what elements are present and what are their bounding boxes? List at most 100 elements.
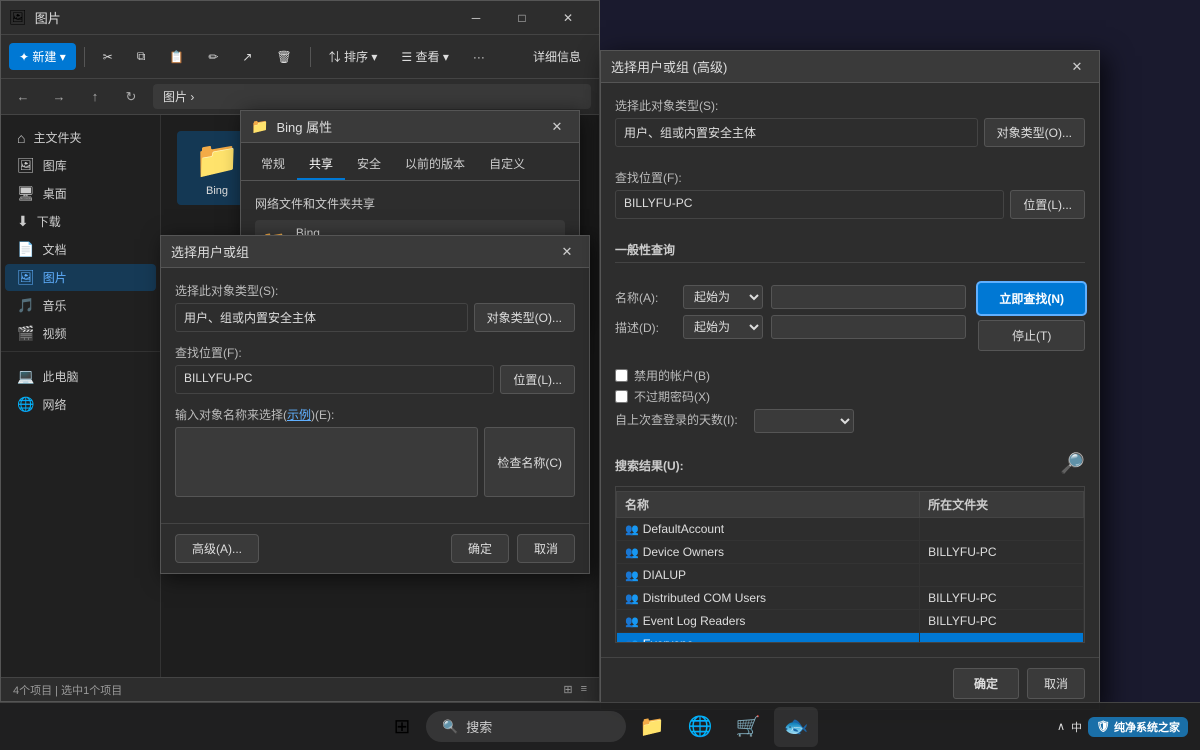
taskbar-app-store[interactable]: 🛒 <box>726 707 770 747</box>
result-folder-cell: BILLYFU-PC <box>920 541 1084 564</box>
results-table: 名称 所在文件夹 👥DefaultAccount👥Device OwnersBI… <box>616 491 1084 643</box>
tab-custom[interactable]: 自定义 <box>477 149 537 180</box>
tab-previous[interactable]: 以前的版本 <box>393 149 477 180</box>
sidebar-item-pictures[interactable]: 🖼 图片 <box>5 264 156 291</box>
search-icon: 🔍 <box>442 719 458 735</box>
view-button[interactable]: ☰ 查看 ▾ <box>391 43 458 70</box>
adv-location-display: BILLYFU-PC <box>615 190 1004 219</box>
stop-button[interactable]: 停止(T) <box>978 320 1085 351</box>
taskbar-center: ⊞ 🔍 搜索 📁 🌐 🛒 🐟 <box>382 707 818 747</box>
name-filter-select[interactable]: 起始为 <box>683 285 763 309</box>
share-button[interactable]: ↗ <box>232 45 262 69</box>
maximize-button[interactable]: □ <box>499 1 545 35</box>
start-button[interactable]: ⊞ <box>382 707 422 747</box>
address-path[interactable]: 图片 › <box>153 84 591 109</box>
paste-button[interactable]: 📋 <box>159 45 194 69</box>
disabled-account-checkbox[interactable] <box>615 369 628 382</box>
rename-button[interactable]: ✏ <box>198 45 228 69</box>
table-row[interactable]: 👥Everyone <box>617 633 1084 644</box>
forward-button[interactable]: → <box>45 83 73 111</box>
location-label: 查找位置(F): <box>175 344 575 361</box>
object-type-row: 选择此对象类型(S): 用户、组或内置安全主体 对象类型(O)... <box>175 282 575 332</box>
share-section-title: 网络文件和文件夹共享 <box>255 195 565 212</box>
table-row[interactable]: 👥Event Log ReadersBILLYFU-PC <box>617 610 1084 633</box>
tab-share[interactable]: 共享 <box>297 149 345 180</box>
tray-up-arrow[interactable]: ∧ <box>1057 720 1065 733</box>
days-select[interactable] <box>754 409 854 433</box>
result-folder-cell <box>920 564 1084 587</box>
days-label: 自上次查登录的天数(I): <box>615 411 738 428</box>
adv-cancel-button[interactable]: 取消 <box>1027 668 1085 699</box>
name-input-container: 检查名称(C) <box>175 427 575 497</box>
table-row[interactable]: 👥Device OwnersBILLYFU-PC <box>617 541 1084 564</box>
list-view-icon[interactable]: ≡ <box>581 683 587 696</box>
adv-location-button[interactable]: 位置(L)... <box>1010 190 1085 219</box>
location-button[interactable]: 位置(L)... <box>500 365 575 394</box>
no-expire-row: 不过期密码(X) <box>615 388 1085 405</box>
check-names-button[interactable]: 检查名称(C) <box>484 427 575 497</box>
taskbar-app-edge[interactable]: 🌐 <box>678 707 722 747</box>
back-button[interactable]: ← <box>9 83 37 111</box>
tab-security[interactable]: 安全 <box>345 149 393 180</box>
delete-button[interactable]: 🗑 <box>266 45 301 69</box>
results-scroll[interactable]: 名称 所在文件夹 👥DefaultAccount👥Device OwnersBI… <box>615 486 1085 643</box>
sidebar-item-gallery[interactable]: 🖼 图库 <box>5 152 156 179</box>
refresh-button[interactable]: ↻ <box>117 83 145 111</box>
cut-button[interactable]: ✂ <box>93 45 123 69</box>
sidebar-item-home[interactable]: ⌂ 主文件夹 <box>5 124 156 151</box>
sidebar-item-music[interactable]: 🎵 音乐 <box>5 292 156 319</box>
result-name-cell: 👥Everyone <box>617 633 920 644</box>
close-button[interactable]: ✕ <box>545 1 591 35</box>
minimize-button[interactable]: ─ <box>453 1 499 35</box>
tab-general[interactable]: 常规 <box>249 149 297 180</box>
advanced-close-button[interactable]: ✕ <box>1065 55 1089 79</box>
no-expire-checkbox[interactable] <box>615 390 628 403</box>
adv-object-type-button[interactable]: 对象类型(O)... <box>984 118 1085 147</box>
more-button[interactable]: ··· <box>463 45 495 69</box>
table-row[interactable]: 👥DefaultAccount <box>617 518 1084 541</box>
sort-button[interactable]: ⇅ 排序 ▾ <box>319 43 388 70</box>
grid-view-icon[interactable]: ⊞ <box>563 683 572 696</box>
sidebar-item-desktop[interactable]: 🖥 桌面 <box>5 180 156 207</box>
dialog-close-button[interactable]: ✕ <box>545 115 569 139</box>
example-link[interactable]: 示例 <box>287 408 311 422</box>
desc-filter-select[interactable]: 起始为 <box>683 315 763 339</box>
desc-filter-label: 描述(D): <box>615 319 675 336</box>
search-now-button[interactable]: 立即查找(N) <box>978 283 1085 314</box>
sidebar-item-computer[interactable]: 💻 此电脑 <box>5 363 156 390</box>
name-filter-input[interactable] <box>771 285 966 309</box>
sidebar-item-documents[interactable]: 📄 文档 <box>5 236 156 263</box>
advanced-button[interactable]: 高级(A)... <box>175 534 259 563</box>
tray-logo[interactable]: 🛡 纯净系统之家 <box>1088 717 1188 737</box>
sidebar-item-network[interactable]: 🌐 网络 <box>5 391 156 418</box>
sidebar-item-downloads[interactable]: ⬇ 下载 <box>5 208 156 235</box>
table-row[interactable]: 👥DIALUP <box>617 564 1084 587</box>
name-textarea[interactable] <box>175 427 478 497</box>
details-button[interactable]: 详细信息 <box>523 43 591 70</box>
advanced-body: 选择此对象类型(S): 用户、组或内置安全主体 对象类型(O)... 查找位置(… <box>601 83 1099 657</box>
taskbar-app-explorer[interactable]: 📁 <box>630 707 674 747</box>
adv-object-type-label: 选择此对象类型(S): <box>615 97 1085 114</box>
copy-button[interactable]: ⧉ <box>127 44 156 69</box>
adv-ok-button[interactable]: 确定 <box>953 668 1019 699</box>
taskbar-search[interactable]: 🔍 搜索 <box>426 711 626 742</box>
dialog-title-bar: 📁 Bing 属性 ✕ <box>241 111 579 143</box>
table-row[interactable]: 👥Distributed COM UsersBILLYFU-PC <box>617 587 1084 610</box>
select-user-close-button[interactable]: ✕ <box>555 240 579 264</box>
home-icon: ⌂ <box>17 130 25 146</box>
sidebar-item-videos[interactable]: 🎬 视频 <box>5 320 156 347</box>
videos-icon: 🎬 <box>17 325 34 342</box>
select-user-ok-button[interactable]: 确定 <box>451 534 509 563</box>
new-button[interactable]: ✦ 新建 ▾ <box>9 43 76 70</box>
taskbar-app-game[interactable]: 🐟 <box>774 707 818 747</box>
advanced-select-dialog: 选择用户或组 (高级) ✕ 选择此对象类型(S): 用户、组或内置安全主体 对象… <box>600 50 1100 710</box>
up-button[interactable]: ↑ <box>81 83 109 111</box>
result-name-cell: 👥DefaultAccount <box>617 518 920 541</box>
desc-filter-input[interactable] <box>771 315 966 339</box>
tray-lang[interactable]: 中 <box>1071 719 1082 735</box>
result-name-cell: 👥DIALUP <box>617 564 920 587</box>
select-user-cancel-button[interactable]: 取消 <box>517 534 575 563</box>
disabled-account-label: 禁用的帐户(B) <box>634 367 710 384</box>
desc-filter-row: 描述(D): 起始为 <box>615 315 966 339</box>
object-type-button[interactable]: 对象类型(O)... <box>474 303 575 332</box>
